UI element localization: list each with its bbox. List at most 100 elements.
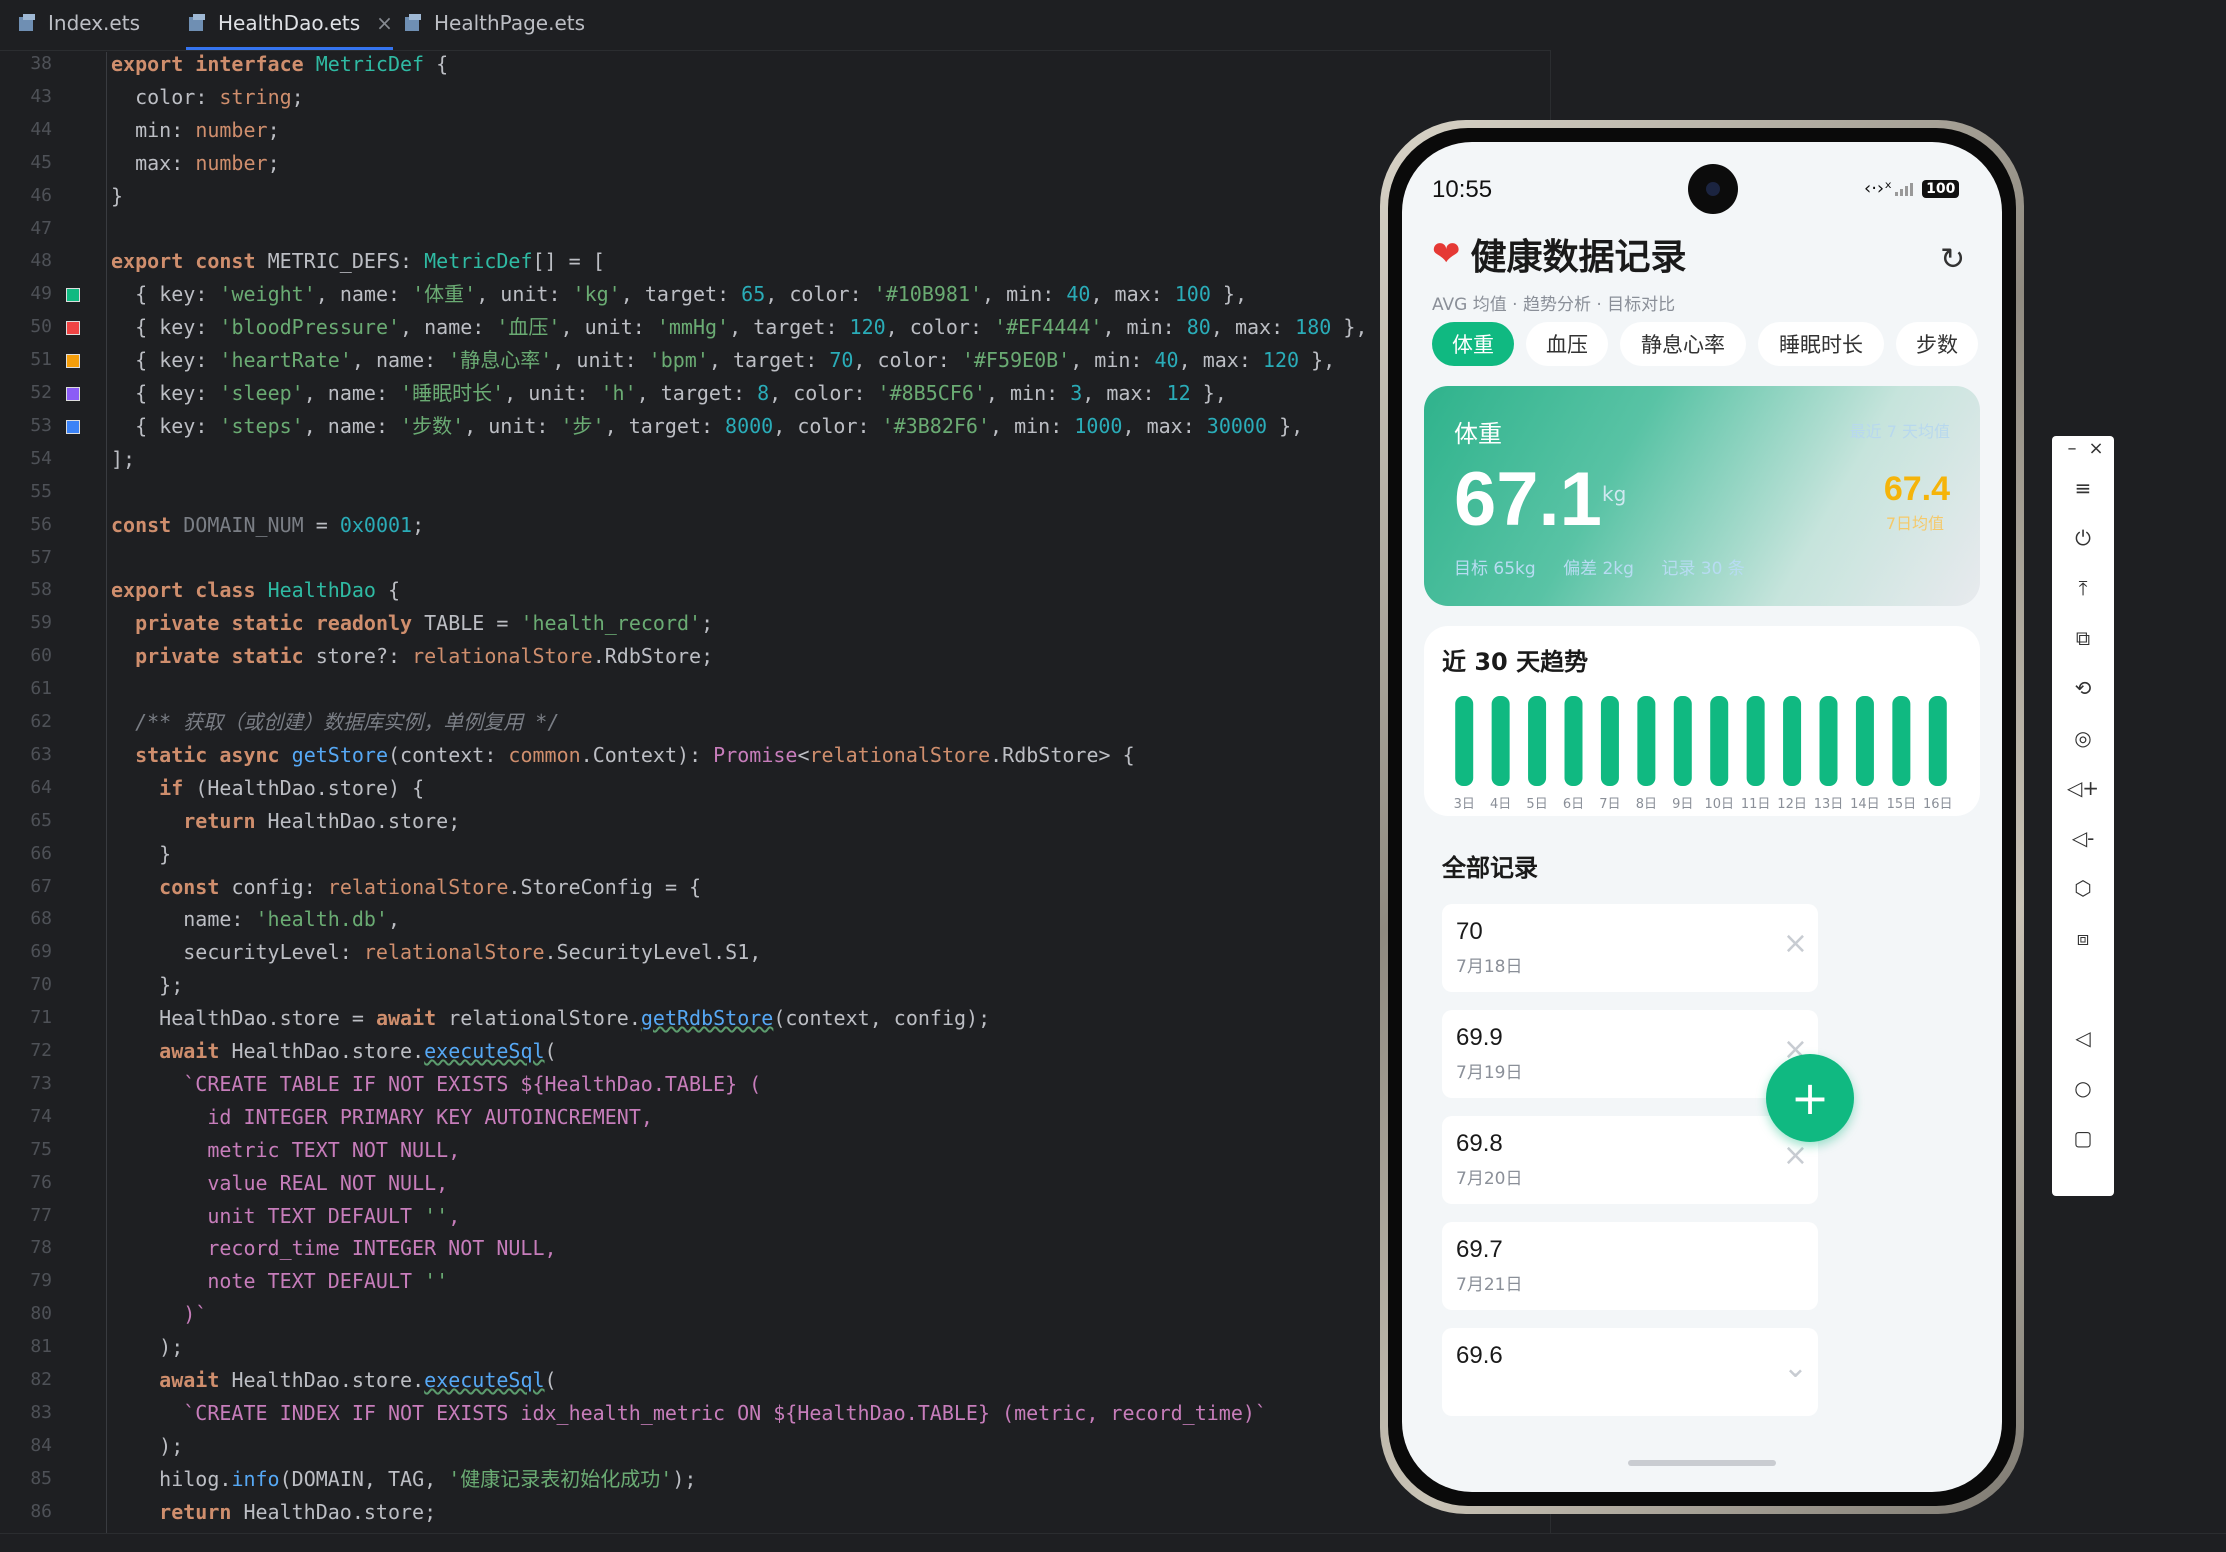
record-item[interactable]: 69.6 ⌄ — [1442, 1328, 1818, 1416]
code-line[interactable]: 59 private static readonly TABLE = 'heal… — [0, 607, 1550, 639]
minimize-icon[interactable]: – — [2060, 438, 2084, 459]
add-record-button[interactable]: + — [1766, 1054, 1854, 1142]
code-line[interactable]: 44 min: number; — [0, 114, 1550, 146]
code-line[interactable]: 49 { key: 'weight', name: '体重', unit: 'k… — [0, 278, 1550, 310]
color-swatch-icon[interactable] — [66, 321, 80, 336]
code-line[interactable]: 50 { key: 'bloodPressure', name: '血压', u… — [0, 311, 1550, 343]
code-line[interactable]: 73 `CREATE TABLE IF NOT EXISTS ${HealthD… — [0, 1068, 1550, 1100]
line-number: 59 — [30, 612, 52, 634]
code-line[interactable]: 66 } — [0, 838, 1550, 870]
refresh-icon[interactable]: ↻ — [1940, 242, 1965, 277]
code-line[interactable]: 61 — [0, 673, 1550, 705]
line-number: 64 — [30, 776, 52, 798]
code-line[interactable]: 78 record_time INTEGER NOT NULL, — [0, 1232, 1550, 1264]
code-line[interactable]: 54]; — [0, 443, 1550, 475]
code-line[interactable]: 83 `CREATE INDEX IF NOT EXISTS idx_healt… — [0, 1397, 1550, 1429]
code-line[interactable]: 53 { key: 'steps', name: '步数', unit: '步'… — [0, 410, 1550, 442]
code-line[interactable]: 77 unit TEXT DEFAULT '', — [0, 1200, 1550, 1232]
record-item[interactable]: 69.7 7月21日 — [1442, 1222, 1818, 1310]
color-swatch-icon[interactable] — [66, 354, 80, 369]
tab-healthdao-ets[interactable]: HealthDao.ets × — [186, 0, 393, 50]
delete-record-icon[interactable]: ⌄ — [1783, 1350, 1808, 1385]
code-line[interactable]: 65 return HealthDao.store; — [0, 805, 1550, 837]
code-line[interactable]: 62 /** 获取（或创建）数据库实例，单例复用 */ — [0, 706, 1550, 738]
color-swatch-icon[interactable] — [66, 387, 80, 401]
record-item[interactable]: 69.9 7月19日 × — [1442, 1010, 1818, 1098]
code-line[interactable]: 47 — [0, 213, 1550, 245]
pin-top-icon[interactable]: ⤒ — [2052, 576, 2114, 600]
home-icon[interactable]: ○ — [2052, 1076, 2114, 1100]
volume-down-icon[interactable]: ◁- — [2052, 826, 2114, 850]
menu-icon[interactable]: ≡ — [2052, 476, 2114, 500]
metric-summary-card: 体重 最近 7 天均值 67.1 kg 67.4 7日均值 目标 65kg 偏差… — [1424, 386, 1980, 606]
tab-healthpage-ets[interactable]: HealthPage.ets — [402, 0, 585, 46]
trend-bar — [1855, 696, 1874, 786]
code-line[interactable]: 70 }; — [0, 969, 1550, 1001]
screenshot-icon[interactable]: ◎ — [2052, 726, 2114, 750]
code-line[interactable]: 46} — [0, 180, 1550, 212]
line-number: 61 — [30, 678, 52, 700]
code-text: unit TEXT DEFAULT '', — [207, 1203, 461, 1228]
code-line[interactable]: 64 if (HealthDao.store) { — [0, 772, 1550, 804]
code-text: ]; — [111, 446, 136, 471]
shake-icon[interactable]: ⬡ — [2052, 876, 2114, 900]
delete-record-icon[interactable]: × — [1783, 926, 1808, 961]
tab-weight[interactable]: 体重 — [1432, 322, 1514, 366]
editor-tab-bar: Index.ets HealthDao.ets × HealthPage.ets — [0, 0, 2226, 51]
code-line[interactable]: 85 hilog.info(DOMAIN, TAG, '健康记录表初始化成功')… — [0, 1463, 1550, 1495]
code-line[interactable]: 60 private static store?: relationalStor… — [0, 640, 1550, 672]
record-item[interactable]: 70 7月18日 × — [1442, 904, 1818, 992]
tab-heart-rate[interactable]: 静息心率 — [1620, 322, 1746, 366]
code-line[interactable]: 79 note TEXT DEFAULT '' — [0, 1265, 1550, 1297]
code-line[interactable]: 45 max: number; — [0, 147, 1550, 179]
tab-sleep[interactable]: 睡眠时长 — [1758, 322, 1884, 366]
code-line[interactable]: 84 ); — [0, 1430, 1550, 1462]
code-line[interactable]: 38 export interface MetricDef { — [0, 48, 1550, 80]
code-line[interactable]: 51 { key: 'heartRate', name: '静息心率', uni… — [0, 344, 1550, 376]
code-line[interactable]: 75 metric TEXT NOT NULL, — [0, 1134, 1550, 1166]
code-line[interactable]: 71 HealthDao.store = await relationalSto… — [0, 1002, 1550, 1034]
record-item[interactable]: 69.8 7月20日 × — [1442, 1116, 1818, 1204]
code-line[interactable]: 68 name: 'health.db', — [0, 903, 1550, 935]
line-number: 38 — [30, 53, 52, 74]
tab-steps[interactable]: 步数 — [1896, 322, 1978, 366]
phone-screen[interactable]: 10:55 ‹·›ˣ 100 ❤ 健康数据记录 ↻ AVG 均值 · 趋势分析 … — [1402, 142, 2002, 1492]
code-line[interactable]: 69 securityLevel: relationalStore.Securi… — [0, 936, 1550, 968]
back-icon[interactable]: ◁ — [2052, 1026, 2114, 1050]
code-line[interactable]: 72 await HealthDao.store.executeSql( — [0, 1035, 1550, 1067]
code-line[interactable]: 48 export const METRIC_DEFS: MetricDef[] … — [0, 245, 1550, 277]
volume-up-icon[interactable]: ◁+ — [2052, 776, 2114, 800]
code-line[interactable]: 86 return HealthDao.store; — [0, 1496, 1550, 1528]
color-swatch-icon[interactable] — [66, 288, 80, 303]
network-icon: ‹·›ˣ — [1864, 178, 1893, 199]
code-line[interactable]: 76 value REAL NOT NULL, — [0, 1167, 1550, 1199]
code-line[interactable]: 58 export class HealthDao { — [0, 574, 1550, 606]
code-editor[interactable]: 38 export interface MetricDef {43 color: … — [0, 52, 1550, 1551]
code-line[interactable]: 43 color: string; — [0, 81, 1550, 113]
code-line[interactable]: 55 — [0, 476, 1550, 508]
delete-record-icon[interactable]: × — [1783, 1138, 1808, 1173]
code-line[interactable]: 67 const config: relationalStore.StoreCo… — [0, 871, 1550, 903]
tab-index-ets[interactable]: Index.ets — [16, 0, 140, 46]
code-line[interactable]: 63 static async getStore(context: common… — [0, 739, 1550, 771]
close-icon[interactable]: × — [2084, 438, 2108, 459]
close-tab-icon[interactable]: × — [376, 11, 393, 35]
code-line[interactable]: 81 ); — [0, 1331, 1550, 1363]
home-indicator[interactable] — [1628, 1460, 1776, 1466]
trend-tick-label: 7日 — [1599, 797, 1620, 812]
power-icon[interactable]: ⏻ — [2052, 526, 2114, 550]
phone-bezel: 10:55 ‹·›ˣ 100 ❤ 健康数据记录 ↻ AVG 均值 · 趋势分析 … — [1388, 128, 2016, 1506]
tab-blood-pressure[interactable]: 血压 — [1526, 322, 1608, 366]
color-swatch-icon[interactable] — [66, 419, 80, 434]
code-line[interactable]: 80 )` — [0, 1298, 1550, 1330]
crop-icon[interactable]: ⧉ — [2052, 626, 2114, 650]
multi-window-icon[interactable]: ⧈ — [2052, 926, 2114, 950]
code-line[interactable]: 57 — [0, 542, 1550, 574]
record-date: 7月18日 — [1456, 957, 1523, 977]
code-line[interactable]: 82 await HealthDao.store.executeSql( — [0, 1364, 1550, 1396]
code-line[interactable]: 74 id INTEGER PRIMARY KEY AUTOINCREMENT, — [0, 1101, 1550, 1133]
recents-icon[interactable]: ▢ — [2052, 1126, 2114, 1150]
code-line[interactable]: 52 { key: 'sleep', name: '睡眠时长', unit: '… — [0, 377, 1550, 409]
rotate-icon[interactable]: ⟲ — [2052, 676, 2114, 700]
code-line[interactable]: 56 const DOMAIN_NUM = 0x0001; — [0, 509, 1550, 541]
